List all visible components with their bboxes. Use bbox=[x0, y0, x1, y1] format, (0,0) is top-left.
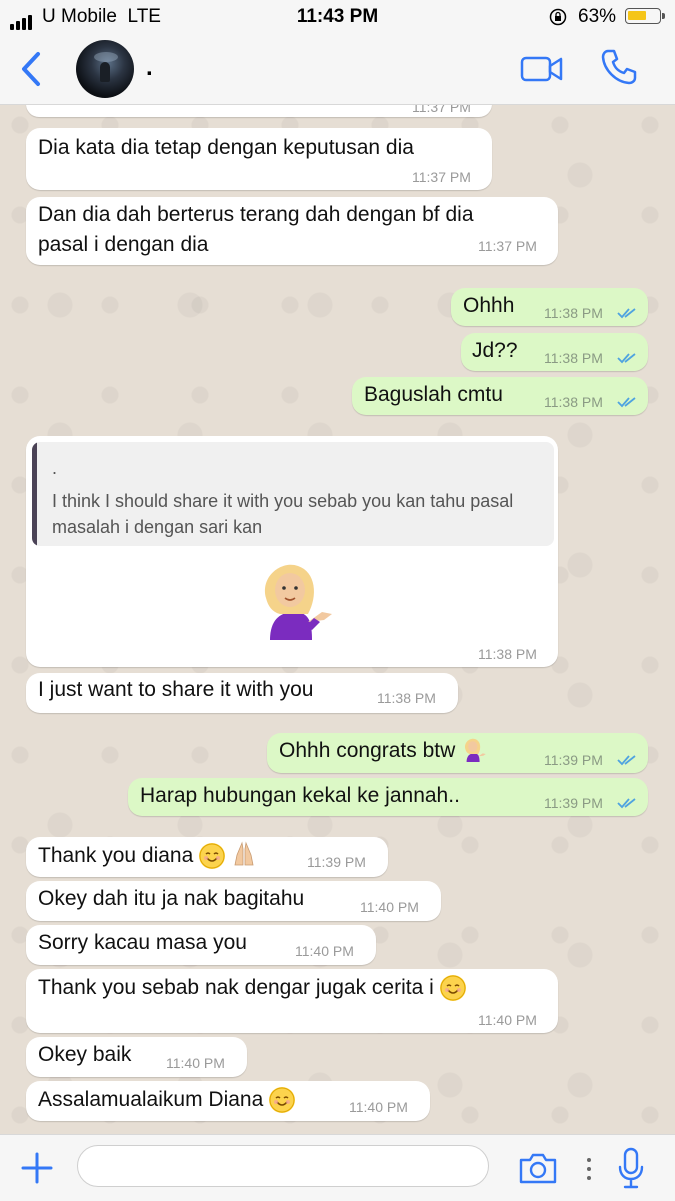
woman-tipping-hand-emoji bbox=[264, 564, 332, 640]
microphone-icon[interactable] bbox=[617, 1147, 645, 1189]
message-time: 11:40 PM bbox=[166, 1055, 225, 1071]
quote-accent-bar bbox=[32, 442, 37, 546]
message-bubble[interactable]: Dan dia dah berterus terang dah dengan b… bbox=[26, 197, 558, 265]
phone-icon[interactable] bbox=[600, 48, 638, 86]
more-options-icon[interactable] bbox=[586, 1157, 592, 1181]
status-bar: U Mobile LTE 11:43 PM 63% bbox=[0, 0, 675, 34]
message-bubble-outgoing[interactable]: Harap hubungan kekal ke jannah.. 11:39 P… bbox=[128, 778, 648, 816]
smiling-face-emoji bbox=[199, 843, 226, 870]
message-text: Sorry kacau masa you bbox=[38, 931, 247, 954]
message-time: 11:38 PM bbox=[544, 350, 603, 366]
read-ticks-icon bbox=[617, 755, 636, 766]
message-text-line: pasal i dengan dia bbox=[38, 233, 209, 256]
message-text: Assalamualaikum Diana bbox=[38, 1085, 296, 1115]
message-time: 11:37 PM bbox=[412, 105, 471, 115]
message-time: 11:38 PM bbox=[544, 305, 603, 321]
read-ticks-icon bbox=[617, 798, 636, 809]
chat-header: . bbox=[0, 34, 675, 105]
message-text: Thank you sebab nak dengar jugak cerita … bbox=[38, 973, 466, 1003]
woman-tipping-hand-emoji bbox=[465, 738, 486, 762]
message-text: Dia kata dia tetap dengan keputusan dia bbox=[38, 136, 414, 159]
message-text: Okey baik bbox=[38, 1043, 132, 1066]
reply-message-bubble[interactable]: . I think I should share it with you seb… bbox=[26, 436, 558, 667]
video-camera-icon[interactable] bbox=[520, 54, 564, 84]
message-text: Okey dah itu ja nak bagitahu bbox=[38, 887, 305, 910]
contact-name[interactable]: . bbox=[146, 54, 153, 82]
avatar[interactable] bbox=[76, 40, 134, 98]
message-bubble[interactable]: Thank you sebab nak dengar jugak cerita … bbox=[26, 969, 558, 1033]
message-text: Baguslah cmtu bbox=[364, 383, 503, 406]
chat-area[interactable]: 11:37 PM Dia kata dia tetap dengan keput… bbox=[0, 105, 675, 1134]
message-time: 11:40 PM bbox=[478, 1012, 537, 1028]
message-text: Ohhh congrats btw bbox=[279, 736, 487, 766]
message-time: 11:38 PM bbox=[377, 690, 436, 706]
message-text-line: Dan dia dah berterus terang dah dengan b… bbox=[38, 203, 474, 226]
plus-icon[interactable] bbox=[20, 1151, 54, 1185]
message-bubble-outgoing[interactable]: Jd?? 11:38 PM bbox=[461, 333, 648, 371]
folded-hands-emoji bbox=[234, 841, 254, 866]
message-bubble[interactable]: I just want to share it with you 11:38 P… bbox=[26, 673, 458, 713]
message-bubble[interactable]: Assalamualaikum Diana 11:40 PM bbox=[26, 1081, 430, 1121]
message-time: 11:37 PM bbox=[412, 169, 471, 185]
quoted-message[interactable]: . I think I should share it with you seb… bbox=[32, 442, 554, 546]
message-text: Jd?? bbox=[472, 339, 518, 362]
quote-text: I think I should share it with you sebab… bbox=[52, 491, 514, 537]
read-ticks-icon bbox=[617, 353, 636, 364]
message-time: 11:38 PM bbox=[478, 646, 537, 662]
message-bubble-outgoing[interactable]: Ohhh 11:38 PM bbox=[451, 288, 648, 326]
message-time: 11:40 PM bbox=[360, 899, 419, 915]
battery-percent: 63% bbox=[578, 6, 617, 27]
camera-icon[interactable] bbox=[518, 1151, 558, 1185]
message-text: Ohhh bbox=[463, 294, 515, 317]
message-text: Harap hubungan kekal ke jannah.. bbox=[140, 784, 460, 807]
read-ticks-icon bbox=[617, 308, 636, 319]
message-text: Thank you diana bbox=[38, 841, 257, 871]
message-composer bbox=[0, 1134, 675, 1201]
message-time: 11:39 PM bbox=[544, 752, 603, 768]
clock: 11:43 PM bbox=[296, 6, 379, 27]
message-input[interactable] bbox=[77, 1145, 489, 1187]
read-ticks-icon bbox=[617, 397, 636, 408]
rotation-lock-icon bbox=[549, 8, 567, 26]
message-time: 11:39 PM bbox=[544, 795, 603, 811]
message-bubble[interactable]: Okey dah itu ja nak bagitahu 11:40 PM bbox=[26, 881, 441, 921]
message-text: I just want to share it with you bbox=[38, 678, 314, 701]
message-time: 11:40 PM bbox=[295, 943, 354, 959]
message-bubble[interactable]: Thank you diana 11:39 PM bbox=[26, 837, 388, 877]
message-bubble[interactable]: Okey baik 11:40 PM bbox=[26, 1037, 247, 1077]
message-bubble[interactable]: Sorry kacau masa you 11:40 PM bbox=[26, 925, 376, 965]
message-time: 11:38 PM bbox=[544, 394, 603, 410]
message-time: 11:40 PM bbox=[349, 1099, 408, 1115]
quote-author: . bbox=[52, 458, 58, 478]
message-bubble-outgoing[interactable]: Ohhh congrats btw 11:39 PM bbox=[267, 733, 648, 773]
smiling-face-emoji bbox=[269, 1087, 296, 1114]
chevron-left-icon[interactable] bbox=[16, 51, 46, 87]
battery-icon bbox=[625, 8, 665, 24]
message-bubble-outgoing[interactable]: Baguslah cmtu 11:38 PM bbox=[352, 377, 648, 415]
message-time: 11:39 PM bbox=[307, 854, 366, 870]
message-bubble[interactable]: Dia kata dia tetap dengan keputusan dia … bbox=[26, 128, 492, 190]
message-bubble[interactable]: 11:37 PM bbox=[26, 105, 492, 117]
message-time: 11:37 PM bbox=[478, 238, 537, 254]
smiling-face-emoji bbox=[439, 975, 466, 1002]
